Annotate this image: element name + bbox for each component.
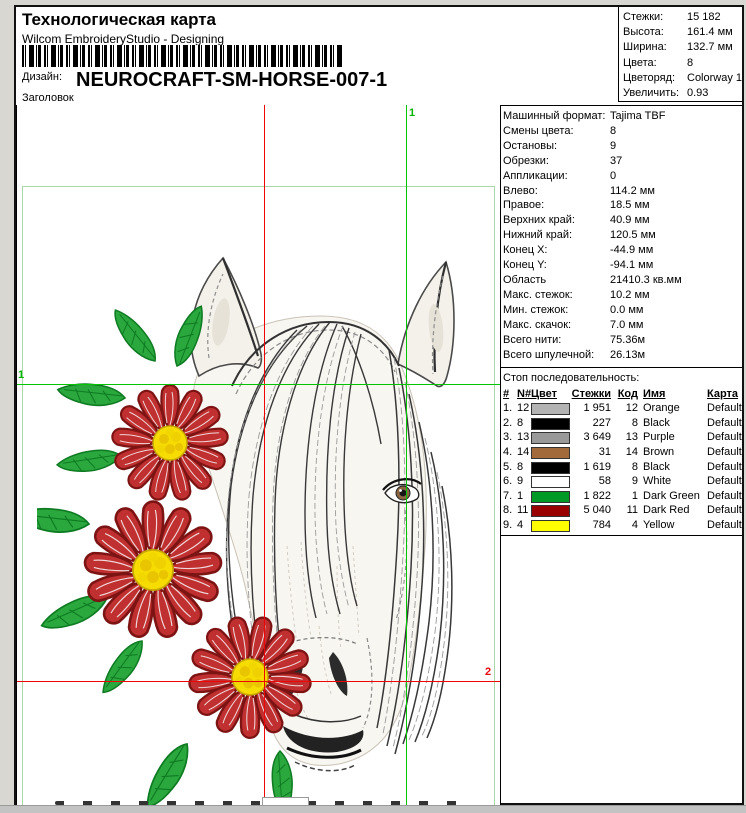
thread-color-swatch — [531, 432, 570, 444]
table-row: 6.9589WhiteDefault — [503, 474, 742, 489]
design-extents-rect — [22, 186, 495, 805]
detail-row: Правое:18.5 мм — [503, 198, 742, 213]
table-header-row: # N# Цвет Стежки Код Имя Карта — [503, 387, 742, 402]
worksheet-page: Технологическая карта Wilcom EmbroideryS… — [14, 5, 744, 805]
design-name-row: Дизайн: NEUROCRAFT-SM-HORSE-007-1 — [22, 69, 387, 92]
start-guide-horizontal — [17, 384, 500, 385]
detail-row: Влево:114.2 мм — [503, 184, 742, 199]
detail-row: Мин. стежок:0.0 мм — [503, 303, 742, 318]
app-subtitle: Wilcom EmbroideryStudio - Designing — [22, 32, 224, 46]
end-guide-vertical — [264, 105, 265, 805]
thread-color-swatch — [531, 447, 570, 459]
thread-color-swatch — [531, 418, 570, 430]
barcode — [22, 45, 342, 67]
table-row: 8.115 04011Dark RedDefault — [503, 503, 742, 518]
table-row: 7.11 8221Dark GreenDefault — [503, 489, 742, 504]
page-title: Технологическая карта — [22, 10, 216, 30]
caption-label: Заголовок — [22, 92, 74, 104]
thread-color-swatch — [531, 491, 570, 503]
design-name: NEUROCRAFT-SM-HORSE-007-1 — [76, 69, 387, 91]
table-row: 4.143114BrownDefault — [503, 445, 742, 460]
detail-row: Всего шпулечной:26.13м — [503, 348, 742, 363]
start-marker-top: 1 — [409, 107, 415, 119]
detail-row: Аппликации:0 — [503, 169, 742, 184]
detail-row: Машинный формат:Tajima TBF — [503, 109, 742, 124]
detail-row: Смены цвета:8 — [503, 124, 742, 139]
thread-color-swatch — [531, 462, 570, 474]
table-row: 3.133 64913PurpleDefault — [503, 430, 742, 445]
design-canvas: 1 1 2 — [16, 105, 501, 805]
stop-sequence-title: Стоп последовательность: — [503, 371, 742, 386]
design-details-list: Машинный формат:Tajima TBF Смены цвета:8… — [500, 105, 742, 368]
summary-row: Стежки:15 182 — [623, 10, 742, 25]
detail-row: Нижний край:120.5 мм — [503, 228, 742, 243]
table-row: 5.81 6198BlackDefault — [503, 460, 742, 475]
thread-color-swatch — [531, 505, 570, 517]
detail-row: Макс. скачок:7.0 мм — [503, 318, 742, 333]
bottom-cut-box — [262, 797, 309, 805]
detail-row: Макс. стежок:10.2 мм — [503, 288, 742, 303]
thread-color-swatch — [531, 476, 570, 488]
detail-row: Верхних край:40.9 мм — [503, 213, 742, 228]
info-panel: Машинный формат:Tajima TBF Смены цвета:8… — [500, 105, 742, 805]
detail-row: Остановы:9 — [503, 139, 742, 154]
detail-row: Обрезки:37 — [503, 154, 742, 169]
detail-row: Область21410.3 кв.мм — [503, 273, 742, 288]
app-window: { "header": { "title": "Технологическая … — [0, 0, 746, 812]
design-label: Дизайн: — [22, 71, 62, 83]
summary-row: Увеличить:0.93 — [623, 86, 742, 101]
summary-row: Цвета:8 — [623, 56, 742, 71]
start-marker-left: 1 — [18, 369, 24, 381]
detail-row: Всего нити:75.36м — [503, 333, 742, 348]
thread-color-swatch — [531, 520, 570, 532]
table-row: 9.47844YellowDefault — [503, 518, 742, 533]
end-marker-right: 2 — [485, 666, 491, 678]
end-guide-horizontal — [17, 681, 500, 682]
header: Технологическая карта Wilcom EmbroideryS… — [16, 7, 742, 106]
table-row: 2.82278BlackDefault — [503, 416, 742, 431]
table-row: 1.121 95112OrangeDefault — [503, 401, 742, 416]
summary-row: Ширина:132.7 мм — [623, 40, 742, 55]
start-guide-vertical — [406, 105, 407, 805]
detail-row: Конец Y:-94.1 мм — [503, 258, 742, 273]
detail-row: Конец X:-44.9 мм — [503, 243, 742, 258]
stop-sequence-table: Стоп последовательность: # N# Цвет Стежк… — [500, 368, 742, 536]
summary-box: Стежки:15 182 Высота:161.4 мм Ширина:132… — [618, 7, 742, 102]
thread-color-swatch — [531, 403, 570, 415]
empty-panel-area — [500, 536, 742, 805]
summary-row: Цветоряд:Colorway 1 — [623, 71, 742, 86]
summary-row: Высота:161.4 мм — [623, 25, 742, 40]
